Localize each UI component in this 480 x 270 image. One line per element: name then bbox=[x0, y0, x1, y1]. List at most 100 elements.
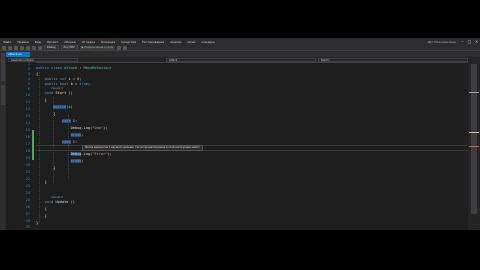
code-line: break; bbox=[36, 159, 84, 163]
configuration-select[interactable]: Debug bbox=[44, 44, 59, 51]
code-token: case bbox=[61, 140, 71, 144]
code-token: MonoBehaviour bbox=[83, 66, 112, 70]
code-line: } bbox=[36, 166, 56, 170]
code-token: 1: bbox=[70, 119, 78, 123]
menu-analyze[interactable]: Анализ bbox=[167, 40, 184, 44]
code-line: Debug.Log("Error"); bbox=[36, 152, 112, 156]
line-number: 24 bbox=[25, 191, 30, 195]
toolbox-tab[interactable] bbox=[1, 85, 5, 105]
maximize-icon[interactable]: □ bbox=[466, 39, 473, 44]
menu-debug[interactable]: Отладка bbox=[79, 40, 99, 44]
line-number: 18 bbox=[25, 149, 30, 153]
bookmark-icon[interactable] bbox=[123, 45, 128, 50]
code-editor[interactable]: public class Attack : MonoBehaviour { pu… bbox=[36, 62, 468, 230]
error-tooltip: Метка вариантов 1 идущего дальше, так вс… bbox=[82, 145, 203, 151]
line-number: 3 bbox=[27, 72, 30, 76]
code-token: ; bbox=[81, 133, 84, 137]
line-number: 4 bbox=[27, 77, 30, 81]
code-token: "Error" bbox=[92, 152, 108, 156]
code-token: switch bbox=[53, 105, 67, 109]
code-token: (i) bbox=[66, 105, 73, 109]
account-name[interactable]: Ярт Максимилиан bbox=[428, 40, 459, 44]
menu-team[interactable]: Команда bbox=[98, 40, 118, 44]
attach-unity-button[interactable]: ▶ Подключение к Unity bbox=[79, 45, 116, 50]
line-number: 29 bbox=[25, 225, 30, 229]
vertical-scrollbar[interactable] bbox=[468, 62, 480, 230]
code-line: { bbox=[36, 207, 47, 211]
scrollbar-thumb[interactable] bbox=[471, 64, 477, 214]
code-line: public int i = 0; bbox=[36, 77, 82, 81]
menu-edit[interactable]: Правка bbox=[14, 40, 31, 44]
undo-icon[interactable] bbox=[32, 45, 36, 50]
menu-tools[interactable]: Средства bbox=[118, 40, 139, 44]
references-codelens[interactable]: Ссылок: 0 bbox=[51, 87, 63, 90]
code-token: Debug bbox=[70, 152, 82, 156]
line-number: 19 bbox=[25, 156, 30, 160]
minimize-icon[interactable]: – bbox=[459, 39, 466, 44]
code-token: public bbox=[36, 77, 60, 81]
code-token: Update bbox=[55, 200, 69, 204]
code-token: Start bbox=[55, 91, 67, 95]
menu-test[interactable]: Тестирование bbox=[139, 40, 167, 44]
project-dropdown[interactable]: Assembly-CSharp bbox=[8, 57, 78, 62]
new-file-icon[interactable] bbox=[14, 45, 18, 50]
code-token: .Log( bbox=[81, 152, 93, 156]
code-line: break; bbox=[36, 133, 84, 137]
menu-help[interactable]: Справка bbox=[199, 40, 218, 44]
line-number: 10 bbox=[25, 93, 30, 97]
save-icon[interactable] bbox=[20, 45, 24, 50]
close-icon[interactable]: × bbox=[473, 39, 480, 44]
code-token: Debug.Log( bbox=[36, 126, 93, 130]
code-token: public bbox=[36, 82, 60, 86]
code-line: void Update () bbox=[36, 200, 75, 204]
menu-view[interactable]: Вид bbox=[32, 40, 44, 44]
ide-window: Файл Правка Вид Проект Сборка Отладка Ко… bbox=[0, 38, 480, 230]
code-line: Debug.Log("One"); bbox=[36, 126, 108, 130]
code-token: 1: bbox=[70, 140, 78, 144]
menu-project[interactable]: Проект bbox=[44, 40, 61, 44]
forward-icon[interactable] bbox=[8, 45, 12, 50]
code-token: case bbox=[61, 119, 71, 123]
server-explorer-tab[interactable] bbox=[1, 53, 5, 81]
breakpoint-icon[interactable] bbox=[117, 45, 122, 50]
code-token: break bbox=[70, 133, 82, 137]
code-token: break bbox=[70, 159, 82, 163]
code-line: case 1: bbox=[36, 140, 77, 144]
line-number: 11 bbox=[25, 100, 30, 104]
line-number: 21 bbox=[25, 170, 30, 174]
code-token: () bbox=[68, 200, 75, 204]
class-dropdown[interactable]: Attack bbox=[166, 57, 316, 62]
menu-file[interactable]: Файл bbox=[0, 40, 14, 44]
platform-select[interactable]: Any CPU bbox=[60, 44, 78, 51]
line-number: 1 bbox=[27, 62, 30, 66]
code-token: void bbox=[36, 200, 56, 204]
code-token: b = bbox=[68, 82, 80, 86]
redo-icon[interactable] bbox=[38, 45, 42, 50]
change-marker bbox=[32, 130, 34, 160]
line-number: 12 bbox=[25, 107, 30, 111]
line-number: 14 bbox=[25, 121, 30, 125]
menu-build[interactable]: Сборка bbox=[61, 40, 78, 44]
back-icon[interactable] bbox=[2, 45, 6, 50]
member-dropdown[interactable]: Start() bbox=[318, 57, 468, 62]
menu-window[interactable]: Окно bbox=[185, 40, 199, 44]
references-codelens[interactable]: Ссылок: 0 bbox=[51, 196, 63, 199]
line-number: 27 bbox=[25, 212, 30, 216]
code-line: } bbox=[36, 221, 39, 225]
code-line: } bbox=[36, 214, 47, 218]
save-all-icon[interactable] bbox=[26, 45, 30, 50]
code-token: true bbox=[79, 82, 88, 86]
code-line: { bbox=[36, 112, 56, 116]
code-token: ; bbox=[79, 77, 82, 81]
code-token: ; bbox=[81, 159, 84, 163]
scroll-marker bbox=[469, 146, 479, 147]
code-token: ; bbox=[87, 82, 91, 86]
code-token: i = bbox=[66, 77, 78, 81]
line-number: 22 bbox=[25, 177, 30, 181]
code-token: () bbox=[66, 91, 73, 95]
